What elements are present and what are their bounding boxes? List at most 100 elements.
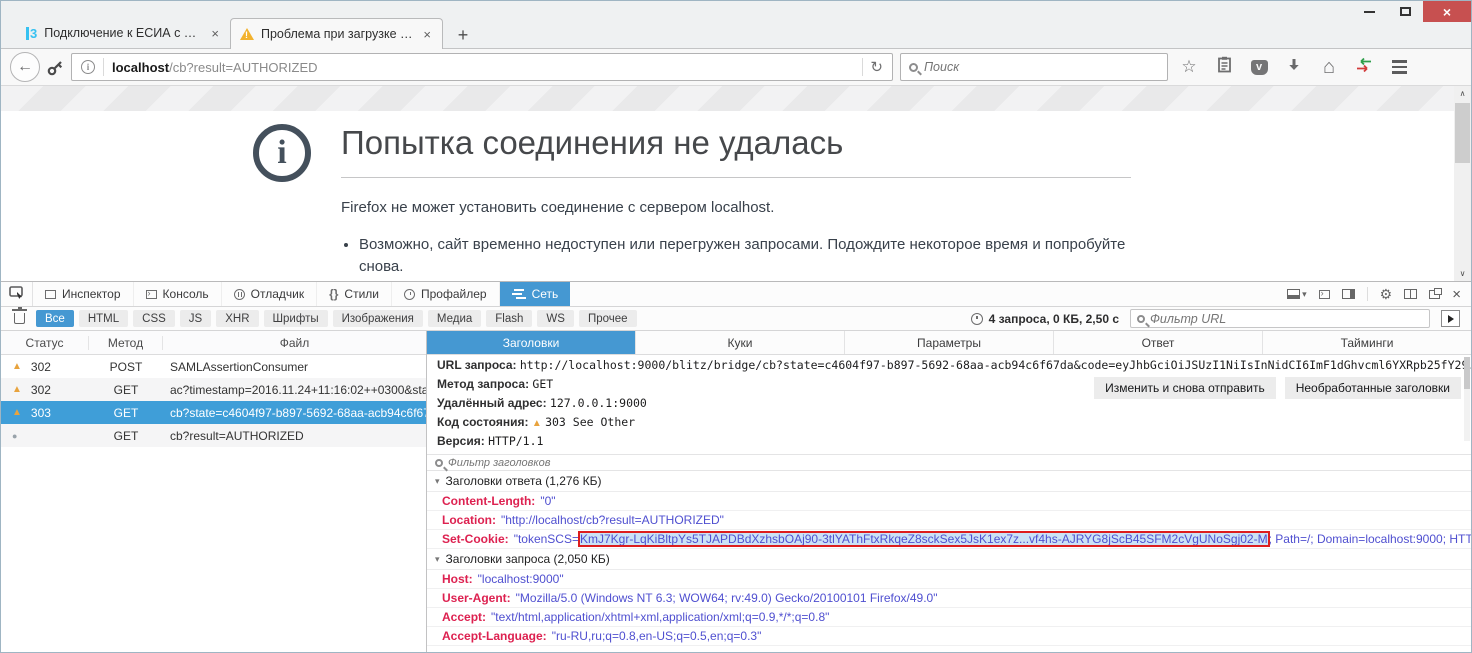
downloads-button[interactable] bbox=[1280, 53, 1308, 81]
search-icon bbox=[909, 63, 918, 72]
home-button[interactable]: ⌂ bbox=[1315, 53, 1343, 81]
filter-js[interactable]: JS bbox=[180, 310, 211, 327]
filter-xhr[interactable]: XHR bbox=[216, 310, 258, 327]
tab-strip: 3 Подключение к ЕСИА с … × Проблема при … bbox=[17, 18, 479, 48]
reload-icon[interactable]: ↻ bbox=[870, 58, 883, 76]
request-method: GET bbox=[532, 377, 553, 391]
filter-css[interactable]: CSS bbox=[133, 310, 175, 327]
sidebar-toggle-icon[interactable] bbox=[1342, 289, 1355, 299]
filter-other[interactable]: Прочее bbox=[579, 310, 637, 327]
request-details-pane: Заголовки Куки Параметры Ответ Тайминги … bbox=[427, 331, 1471, 652]
search-input[interactable] bbox=[924, 60, 1159, 74]
devtools-tab-debugger[interactable]: Отладчик bbox=[222, 282, 317, 306]
tab-timings[interactable]: Тайминги bbox=[1263, 331, 1471, 354]
filter-url-box[interactable] bbox=[1130, 309, 1430, 328]
filter-ws[interactable]: WS bbox=[537, 310, 574, 327]
scrollbar-thumb[interactable] bbox=[1464, 357, 1470, 389]
label: URL запроса: bbox=[437, 358, 517, 372]
tab-headers[interactable]: Заголовки bbox=[427, 331, 636, 354]
request-headers-section[interactable]: ▾ Заголовки запроса (2,050 КБ) bbox=[427, 549, 1471, 570]
gear-icon[interactable]: ⚙ bbox=[1380, 286, 1393, 303]
method: GET bbox=[89, 429, 163, 443]
details-scrollbar[interactable] bbox=[1464, 357, 1470, 441]
pick-element-button[interactable] bbox=[1, 282, 33, 306]
sync-button[interactable] bbox=[1350, 53, 1378, 81]
pick-element-icon bbox=[9, 286, 24, 302]
column-status[interactable]: Статус bbox=[1, 336, 89, 350]
devtools-close-icon[interactable]: × bbox=[1452, 286, 1461, 303]
bookmark-star-button[interactable]: ☆ bbox=[1175, 53, 1203, 81]
header-name: Set-Cookie: bbox=[442, 532, 509, 546]
header-name: Accept: bbox=[442, 610, 486, 624]
divider bbox=[1367, 287, 1368, 301]
table-row[interactable]: ● GET cb?result=AUTHORIZED bbox=[1, 424, 426, 447]
filter-media[interactable]: Медиа bbox=[428, 310, 481, 327]
filter-url-input[interactable] bbox=[1150, 312, 1423, 326]
twisty-icon[interactable]: ▾ bbox=[435, 476, 440, 487]
table-row[interactable]: ▲302 GET ac?timestamp=2016.11.24+11:16:0… bbox=[1, 378, 426, 401]
popout-window-icon[interactable] bbox=[1429, 290, 1440, 299]
network-filter-toolbar: Все HTML CSS JS XHR Шрифты Изображения М… bbox=[1, 307, 1471, 331]
download-icon bbox=[1287, 57, 1301, 77]
url-bar[interactable]: i localhost/cb?result=AUTHORIZED ↻ bbox=[71, 53, 893, 81]
new-tab-button[interactable]: + bbox=[447, 22, 479, 48]
scroll-down-icon[interactable]: ∨ bbox=[1460, 269, 1466, 278]
scrollbar-thumb[interactable] bbox=[1455, 103, 1470, 163]
maximize-button[interactable] bbox=[1387, 1, 1423, 22]
tab-error-page[interactable]: Проблема при загрузке … × bbox=[230, 18, 443, 49]
devtools-tab-network[interactable]: Сеть bbox=[500, 282, 571, 306]
dock-bottom-button[interactable]: ▾ bbox=[1287, 289, 1307, 300]
minimize-button[interactable] bbox=[1351, 1, 1387, 22]
header-value: "0" bbox=[540, 494, 555, 508]
filter-html[interactable]: HTML bbox=[79, 310, 128, 327]
devtools-tab-label: Стили bbox=[344, 287, 379, 301]
tab-cookies[interactable]: Куки bbox=[636, 331, 845, 354]
back-button[interactable]: ← bbox=[10, 52, 40, 82]
clear-requests-icon[interactable] bbox=[14, 313, 25, 324]
split-view-icon[interactable] bbox=[1404, 289, 1417, 299]
tab-params[interactable]: Параметры bbox=[845, 331, 1054, 354]
cookie-highlighted-token: KmJ7Kgr-LqKiBltpYs5TJAPDBdXzhsbOAj90-3tl… bbox=[579, 532, 1269, 546]
devtools-toolbar: Инспектор Консоль Отладчик {} Стили Проф… bbox=[1, 282, 1471, 307]
filter-fonts[interactable]: Шрифты bbox=[264, 310, 328, 327]
warning-triangle-icon: ▲ bbox=[532, 418, 542, 429]
titlebar: × 3 Подключение к ЕСИА с … × Проблема пр… bbox=[1, 1, 1471, 48]
info-icon[interactable]: i bbox=[81, 60, 95, 74]
twisty-icon[interactable]: ▾ bbox=[435, 554, 440, 565]
header-row: Host: "localhost:9000" bbox=[427, 570, 1471, 589]
close-button[interactable]: × bbox=[1423, 1, 1471, 22]
response-headers-section[interactable]: ▾ Заголовки ответа (1,276 КБ) bbox=[427, 471, 1471, 492]
filter-all[interactable]: Все bbox=[36, 310, 74, 327]
headers-filter-input[interactable] bbox=[448, 457, 1471, 469]
toggle-details-pane-button[interactable] bbox=[1441, 310, 1460, 327]
menu-button[interactable] bbox=[1385, 53, 1413, 81]
devtools-tab-inspector[interactable]: Инспектор bbox=[33, 282, 134, 306]
tab-response[interactable]: Ответ bbox=[1054, 331, 1263, 354]
header-name: Accept-Language: bbox=[442, 629, 547, 643]
devtools-tab-console[interactable]: Консоль bbox=[134, 282, 222, 306]
table-row-selected[interactable]: ▲303 GET cb?state=c4604f97-b897-5692-68a… bbox=[1, 401, 426, 424]
raw-headers-button[interactable]: Необработанные заголовки bbox=[1285, 377, 1461, 399]
search-bar[interactable] bbox=[900, 53, 1168, 81]
table-row[interactable]: ▲302 POST SAMLAssertionConsumer bbox=[1, 355, 426, 378]
headers-filter-box[interactable] bbox=[427, 454, 1471, 471]
column-file[interactable]: Файл bbox=[163, 336, 426, 350]
tab-esia[interactable]: 3 Подключение к ЕСИА с … × bbox=[17, 18, 230, 48]
browser-window: × 3 Подключение к ЕСИА с … × Проблема пр… bbox=[0, 0, 1472, 653]
edit-resend-button[interactable]: Изменить и снова отправить bbox=[1094, 377, 1276, 399]
file: ac?timestamp=2016.11.24+11:16:02++0300&s… bbox=[163, 383, 426, 397]
search-icon bbox=[435, 459, 443, 467]
scroll-up-icon[interactable]: ∧ bbox=[1460, 89, 1466, 98]
split-console-icon[interactable] bbox=[1319, 290, 1330, 299]
pocket-button[interactable]: v bbox=[1245, 53, 1273, 81]
tab-close-icon[interactable]: × bbox=[209, 26, 221, 41]
tab-close-icon[interactable]: × bbox=[421, 27, 433, 42]
column-method[interactable]: Метод bbox=[89, 336, 163, 350]
reading-list-button[interactable] bbox=[1210, 53, 1238, 81]
devtools-tab-profiler[interactable]: Профайлер bbox=[392, 282, 500, 306]
request-url: http://localhost:9000/blitz/bridge/cb?st… bbox=[520, 358, 1471, 372]
filter-flash[interactable]: Flash bbox=[486, 310, 532, 327]
filter-images[interactable]: Изображения bbox=[333, 310, 423, 327]
devtools-tab-label: Отладчик bbox=[251, 287, 304, 301]
devtools-tab-styles[interactable]: {} Стили bbox=[317, 282, 392, 306]
